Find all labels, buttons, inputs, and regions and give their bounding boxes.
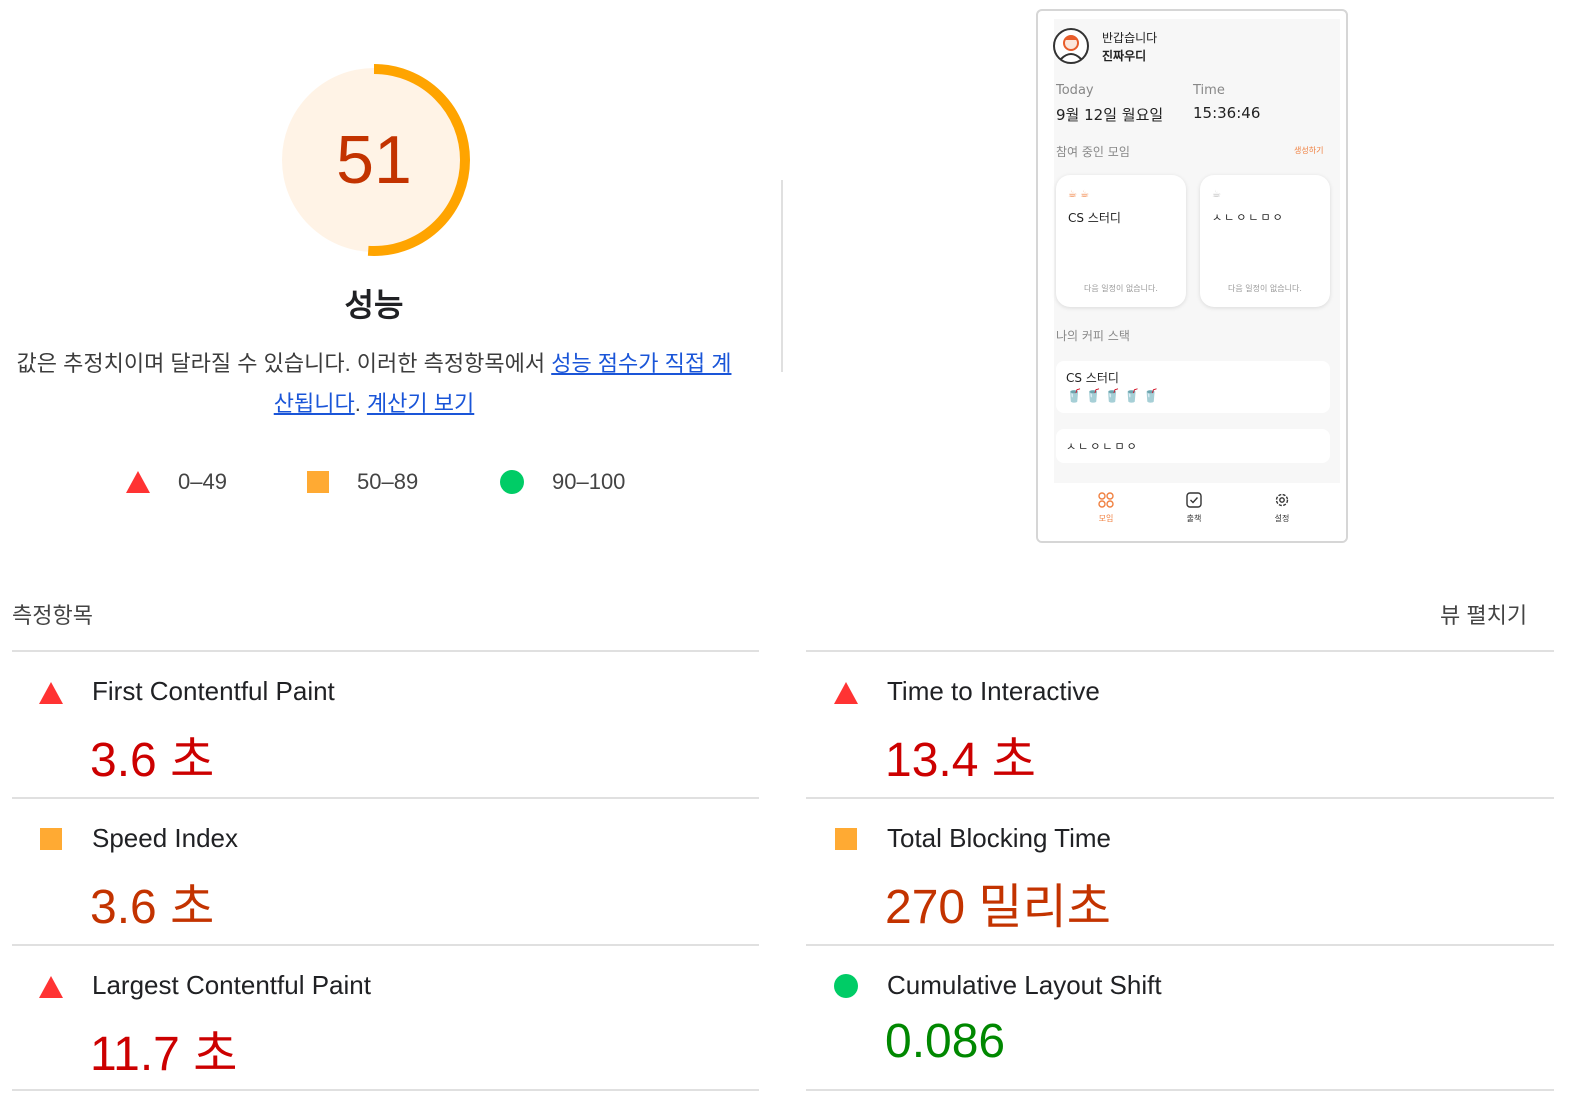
- divider: [12, 797, 759, 799]
- description-text: 값은 추정치이며 달라질 수 있습니다. 이러한 측정항목에서: [16, 351, 552, 376]
- divider: [781, 180, 783, 372]
- divider: [12, 650, 759, 652]
- divider: [12, 1089, 759, 1091]
- gauge-label: 성능: [344, 287, 404, 323]
- metric-value-tti: 13.4 초: [885, 734, 1036, 787]
- divider: [806, 1089, 1554, 1091]
- divider: [806, 797, 1554, 799]
- circle-icon: [500, 470, 524, 494]
- coffee-icon: ☕: [1212, 189, 1221, 200]
- legend-average: 50–89: [307, 466, 418, 498]
- metric-value-fcp: 3.6 초: [90, 734, 215, 787]
- coffee-icon: ☕ ☕: [1068, 189, 1090, 200]
- stack-item[interactable]: CS 스터디 🥤🥤🥤🥤🥤: [1056, 361, 1330, 413]
- nav-label: 출책: [1186, 514, 1202, 523]
- metric-name-fcp: First Contentful Paint: [92, 676, 335, 706]
- metric-value-si: 3.6 초: [90, 881, 215, 934]
- fail-triangle-icon: [39, 976, 63, 998]
- nav-item-settings[interactable]: 설정: [1262, 491, 1302, 524]
- metric-value-tbt: 270 밀리초: [885, 881, 1111, 934]
- description-separator: .: [354, 391, 367, 416]
- calculator-link[interactable]: 계산기 보기: [367, 391, 474, 416]
- fail-triangle-icon: [39, 682, 63, 704]
- metric-name-lcp: Largest Contentful Paint: [92, 970, 371, 1000]
- no-schedule-text: 다음 일정이 없습니다.: [1228, 284, 1302, 293]
- divider: [12, 944, 759, 946]
- greeting: 반갑습니다: [1102, 31, 1158, 45]
- square-icon: [307, 471, 329, 493]
- gear-icon: [1275, 493, 1289, 507]
- metric-name-cls: Cumulative Layout Shift: [887, 970, 1162, 1000]
- metric-value-cls: 0.086: [885, 1015, 1006, 1068]
- legend-range: 50–89: [357, 469, 419, 494]
- section-joined-groups: 참여 중인 모임: [1056, 145, 1130, 159]
- stack-item[interactable]: ㅅㄴㅇㄴㅁㅇ: [1056, 429, 1330, 463]
- legend-range: 0–49: [178, 469, 227, 494]
- grid-icon: [1098, 492, 1114, 508]
- today-value: 9월 12일 월요일: [1056, 106, 1164, 124]
- metric-name-tti: Time to Interactive: [887, 676, 1100, 706]
- time-label: Time: [1193, 83, 1225, 98]
- create-button[interactable]: 생성하기: [1294, 145, 1323, 156]
- legend-fail: 0–49: [126, 466, 227, 498]
- triangle-icon: [126, 471, 150, 493]
- metrics-title: 측정항목: [12, 603, 93, 628]
- legend-pass: 90–100: [500, 466, 625, 498]
- stack-title: ㅅㄴㅇㄴㅁㅇ: [1066, 440, 1139, 453]
- nav-item-groups[interactable]: 모임: [1086, 491, 1126, 524]
- legend-range: 90–100: [552, 469, 626, 494]
- final-screenshot: 반갑습니다 진짜우디 Today 9월 12일 월요일 Time 15:36:4…: [1036, 9, 1348, 543]
- nav-label: 모임: [1098, 514, 1114, 523]
- group-card[interactable]: ☕ ㅅㄴㅇㄴㅁㅇ 다음 일정이 없습니다.: [1200, 175, 1330, 307]
- score-description: 값은 추정치이며 달라질 수 있습니다. 이러한 측정항목에서 성능 점수가 직…: [14, 344, 734, 424]
- metric-name-tbt: Total Blocking Time: [887, 823, 1111, 853]
- pass-circle-icon: [834, 974, 858, 998]
- metric-name-si: Speed Index: [92, 823, 239, 853]
- check-icon: [1186, 492, 1202, 508]
- today-label: Today: [1056, 83, 1094, 98]
- bottom-nav: 모임 출책 설정: [1038, 483, 1346, 541]
- coffee-cups-icon: 🥤🥤🥤🥤🥤: [1066, 389, 1162, 404]
- group-title: ㅅㄴㅇㄴㅁㅇ: [1212, 211, 1285, 224]
- metric-value-lcp: 11.7 초: [90, 1028, 238, 1081]
- average-square-icon: [835, 828, 857, 850]
- expand-view-toggle[interactable]: 뷰 펼치기: [1440, 598, 1527, 630]
- time-value: 15:36:46: [1193, 104, 1261, 122]
- no-schedule-text: 다음 일정이 없습니다.: [1084, 284, 1158, 293]
- performance-score: 51: [336, 122, 412, 198]
- average-square-icon: [40, 828, 62, 850]
- group-card[interactable]: ☕ ☕ CS 스터디 다음 일정이 없습니다.: [1056, 175, 1186, 307]
- username: 진짜우디: [1102, 49, 1147, 63]
- nav-label: 설정: [1274, 514, 1290, 523]
- avatar: [1053, 28, 1089, 64]
- fail-triangle-icon: [834, 682, 858, 704]
- nav-item-attendance[interactable]: 출책: [1174, 491, 1214, 524]
- group-title: CS 스터디: [1068, 211, 1121, 225]
- section-coffee-stack: 나의 커피 스택: [1056, 329, 1130, 343]
- stack-title: CS 스터디: [1066, 371, 1119, 385]
- divider: [806, 650, 1554, 652]
- divider: [806, 944, 1554, 946]
